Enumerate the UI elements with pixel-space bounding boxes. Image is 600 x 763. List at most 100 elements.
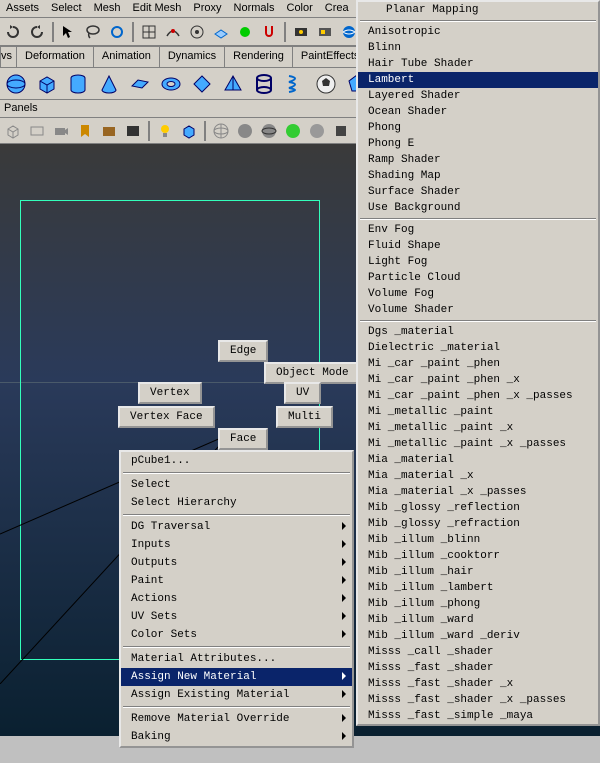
- sphere-icon[interactable]: [2, 70, 30, 98]
- mat-mib-illum-cooktorr[interactable]: Mib _illum _cooktorr: [358, 548, 598, 564]
- mat-mi-metallic-paint-x-passes[interactable]: Mi _metallic _paint _x _passes: [358, 436, 598, 452]
- menu-proxy[interactable]: Proxy: [187, 0, 227, 17]
- render-icon[interactable]: [290, 21, 312, 43]
- menu-crea[interactable]: Crea: [319, 0, 355, 17]
- mat-light-fog[interactable]: Light Fog: [358, 254, 598, 270]
- mat-mi-metallic-paint[interactable]: Mi _metallic _paint: [358, 404, 598, 420]
- mat-mia-material-x[interactable]: Mia _material _x: [358, 468, 598, 484]
- mm-multi[interactable]: Multi: [276, 406, 333, 428]
- shadows-icon[interactable]: [330, 120, 352, 142]
- tab-deformation[interactable]: Deformation: [16, 46, 94, 67]
- ctx-select-hierarchy[interactable]: Select Hierarchy: [121, 494, 352, 512]
- mm-uv[interactable]: UV: [284, 382, 321, 404]
- tab-rendering[interactable]: Rendering: [224, 46, 293, 67]
- pipe-icon[interactable]: [250, 70, 278, 98]
- snap-point-icon[interactable]: [186, 21, 208, 43]
- mat-misss-fast-shader[interactable]: Misss _fast _shader: [358, 660, 598, 676]
- ctx-assign-new-material[interactable]: Assign New Material: [121, 668, 352, 686]
- mat-mia-material-x-passes[interactable]: Mia _material _x _passes: [358, 484, 598, 500]
- ctx-dg-traversal[interactable]: DG Traversal: [121, 518, 352, 536]
- mat-mib-illum-ward-deriv[interactable]: Mib _illum _ward _deriv: [358, 628, 598, 644]
- use-lights-icon[interactable]: [306, 120, 328, 142]
- torus-icon[interactable]: [157, 70, 185, 98]
- undo-icon[interactable]: [2, 21, 24, 43]
- mat-mi-car-paint-phen-x-passes[interactable]: Mi _car _paint _phen _x _passes: [358, 388, 598, 404]
- menu-assets[interactable]: Assets: [0, 0, 45, 17]
- cylinder-icon[interactable]: [64, 70, 92, 98]
- prism-icon[interactable]: [188, 70, 216, 98]
- cone-icon[interactable]: [95, 70, 123, 98]
- mat-mi-car-paint-phen-x[interactable]: Mi _car _paint _phen _x: [358, 372, 598, 388]
- bookmark-icon[interactable]: [74, 120, 96, 142]
- mat-mi-car-paint-phen[interactable]: Mi _car _paint _phen: [358, 356, 598, 372]
- mat-volume-fog[interactable]: Volume Fog: [358, 286, 598, 302]
- ctx-assign-existing-material[interactable]: Assign Existing Material: [121, 686, 352, 704]
- lasso-icon[interactable]: [82, 21, 104, 43]
- tab-dynamics[interactable]: Dynamics: [159, 46, 225, 67]
- wireframe-icon[interactable]: [210, 120, 232, 142]
- mat-mib-illum-blinn[interactable]: Mib _illum _blinn: [358, 532, 598, 548]
- mat-fluid-shape[interactable]: Fluid Shape: [358, 238, 598, 254]
- mat-lambert[interactable]: Lambert: [358, 72, 598, 88]
- mat-particle-cloud[interactable]: Particle Cloud: [358, 270, 598, 286]
- magnet-icon[interactable]: [258, 21, 280, 43]
- select-icon[interactable]: [58, 21, 80, 43]
- snap-live-icon[interactable]: [234, 21, 256, 43]
- mat-ocean-shader[interactable]: Ocean Shader: [358, 104, 598, 120]
- isolate-icon[interactable]: [178, 120, 200, 142]
- mat-anisotropic[interactable]: Anisotropic: [358, 24, 598, 40]
- mat-dielectric-material[interactable]: Dielectric _material: [358, 340, 598, 356]
- mat-phong-e[interactable]: Phong E: [358, 136, 598, 152]
- soccer-icon[interactable]: [312, 70, 340, 98]
- mat-phong[interactable]: Phong: [358, 120, 598, 136]
- ctx-inputs[interactable]: Inputs: [121, 536, 352, 554]
- menu-select[interactable]: Select: [45, 0, 88, 17]
- mm-vertex[interactable]: Vertex: [138, 382, 202, 404]
- ctx-uv-sets[interactable]: UV Sets: [121, 608, 352, 626]
- mat-env-fog[interactable]: Env Fog: [358, 222, 598, 238]
- wireframe-shaded-icon[interactable]: [258, 120, 280, 142]
- render-view-icon[interactable]: [122, 120, 144, 142]
- mm-face[interactable]: Face: [218, 428, 268, 450]
- image-plane-icon[interactable]: [98, 120, 120, 142]
- menu-color[interactable]: Color: [281, 0, 319, 17]
- view-gate-icon[interactable]: [26, 120, 48, 142]
- mat-mib-glossy-refraction[interactable]: Mib _glossy _refraction: [358, 516, 598, 532]
- mat-mia-material[interactable]: Mia _material: [358, 452, 598, 468]
- ctx-remove-material-override[interactable]: Remove Material Override: [121, 710, 352, 728]
- cube-icon[interactable]: [33, 70, 61, 98]
- snap-grid-icon[interactable]: [138, 21, 160, 43]
- mat-dgs-material[interactable]: Dgs _material: [358, 324, 598, 340]
- ctx-color-sets[interactable]: Color Sets: [121, 626, 352, 644]
- mat-misss-fast-shader-x[interactable]: Misss _fast _shader _x: [358, 676, 598, 692]
- snap-plane-icon[interactable]: [210, 21, 232, 43]
- menu-mesh[interactable]: Mesh: [88, 0, 127, 17]
- ctx-actions[interactable]: Actions: [121, 590, 352, 608]
- ctx-paint[interactable]: Paint: [121, 572, 352, 590]
- mm-edge[interactable]: Edge: [218, 340, 268, 362]
- tab-animation[interactable]: Animation: [93, 46, 160, 67]
- mat-misss-fast-shader-x-passes[interactable]: Misss _fast _shader _x _passes: [358, 692, 598, 708]
- textured-icon[interactable]: [282, 120, 304, 142]
- mat-mib-illum-ward[interactable]: Mib _illum _ward: [358, 612, 598, 628]
- pyramid-icon[interactable]: [219, 70, 247, 98]
- ctx-baking[interactable]: Baking: [121, 728, 352, 746]
- mat-mib-illum-lambert[interactable]: Mib _illum _lambert: [358, 580, 598, 596]
- menu-normals[interactable]: Normals: [228, 0, 281, 17]
- mat-layered-shader[interactable]: Layered Shader: [358, 88, 598, 104]
- mat-misss-fast-simple-maya[interactable]: Misss _fast _simple _maya: [358, 708, 598, 724]
- mat-blinn[interactable]: Blinn: [358, 40, 598, 56]
- tab-cut-left[interactable]: vs: [0, 46, 17, 67]
- paint-select-icon[interactable]: [106, 21, 128, 43]
- mm-object-mode[interactable]: Object Mode: [264, 362, 361, 384]
- mat-hair-tube-shader[interactable]: Hair Tube Shader: [358, 56, 598, 72]
- mat-surface-shader[interactable]: Surface Shader: [358, 184, 598, 200]
- camera-icon[interactable]: [50, 120, 72, 142]
- mat-mib-illum-phong[interactable]: Mib _illum _phong: [358, 596, 598, 612]
- mat-ramp-shader[interactable]: Ramp Shader: [358, 152, 598, 168]
- mat-volume-shader[interactable]: Volume Shader: [358, 302, 598, 318]
- ctx-outputs[interactable]: Outputs: [121, 554, 352, 572]
- mat-planar-mapping[interactable]: Planar Mapping: [358, 2, 598, 18]
- view-cube-icon[interactable]: [2, 120, 24, 142]
- light-icon[interactable]: [154, 120, 176, 142]
